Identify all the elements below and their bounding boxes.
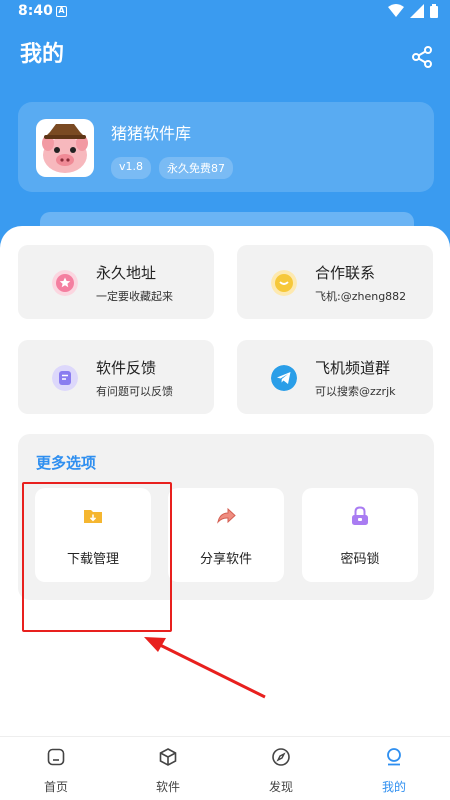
app-badges: v1.8 永久免费87: [111, 157, 234, 179]
bottom-navigation: 首页 软件 发现 我的: [0, 736, 450, 800]
feature-card-telegram-channel[interactable]: 飞机频道群 可以搜索@zzrjk: [237, 340, 433, 414]
share-software-button[interactable]: 分享软件: [168, 488, 284, 582]
nav-tab-home[interactable]: 首页: [0, 737, 112, 800]
pig-logo-icon: [42, 124, 88, 173]
password-lock-button[interactable]: 密码锁: [302, 488, 418, 582]
feature-title: 飞机频道群: [315, 359, 391, 377]
share-arrow-icon: [217, 507, 236, 524]
feature-subtitle: 有问题可以反馈: [96, 385, 173, 398]
feature-subtitle: 飞机:@zheng882: [315, 290, 407, 303]
option-label: 密码锁: [340, 552, 380, 567]
feature-title: 合作联系: [315, 264, 376, 282]
compass-icon: [272, 748, 290, 766]
chat-bubble-icon: [271, 270, 297, 296]
home-icon: [47, 748, 65, 766]
more-options-title: 更多选项: [36, 454, 97, 472]
feature-subtitle: 可以搜索@zzrjk: [315, 385, 396, 398]
nav-label: 发现: [268, 780, 293, 794]
system-icons: [388, 4, 438, 18]
feature-title: 软件反馈: [96, 359, 157, 377]
star-icon: [52, 270, 78, 296]
nav-tab-software[interactable]: 软件: [112, 737, 224, 800]
status-time: 8:40: [18, 3, 53, 19]
annotation-arrow-icon: [144, 637, 266, 699]
signal-icon: [410, 4, 424, 18]
feedback-icon: [52, 365, 78, 391]
feature-card-feedback[interactable]: 软件反馈 有问题可以反馈: [18, 340, 214, 414]
free-badge: 永久免费87: [159, 157, 234, 179]
cube-icon: [159, 748, 177, 766]
nav-label: 软件: [155, 780, 180, 794]
nav-label: 我的: [381, 780, 406, 794]
feature-card-permanent-address[interactable]: 永久地址 一定要收藏起来: [18, 245, 214, 319]
nav-tab-mine[interactable]: 我的: [338, 737, 450, 800]
app-info-card[interactable]: 猪猪软件库 v1.8 永久免费87: [18, 102, 434, 192]
nav-label: 首页: [43, 780, 68, 794]
feature-card-cooperation[interactable]: 合作联系 飞机:@zheng882: [237, 245, 433, 319]
option-label: 分享软件: [199, 552, 252, 567]
feature-subtitle: 一定要收藏起来: [96, 290, 173, 303]
page-title: 我的: [20, 42, 65, 67]
annotation-highlight-box: [22, 482, 172, 632]
lock-icon: [352, 506, 368, 525]
feature-title: 永久地址: [96, 264, 157, 282]
notification-icon: A: [56, 6, 67, 17]
telegram-icon: [271, 365, 297, 391]
wifi-icon: [388, 4, 404, 17]
share-icon[interactable]: [410, 45, 434, 69]
app-name: 猪猪软件库: [111, 124, 192, 143]
app-logo: [36, 119, 94, 177]
battery-icon: [430, 4, 438, 18]
nav-tab-discover[interactable]: 发现: [225, 737, 337, 800]
status-bar: 8:40 A: [0, 0, 450, 24]
version-badge: v1.8: [111, 157, 152, 179]
profile-icon: [387, 748, 401, 766]
